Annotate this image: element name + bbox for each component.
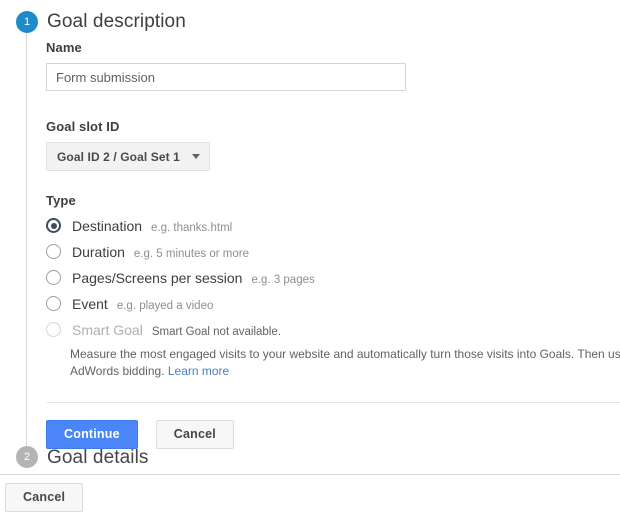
goal-description-form: Name Goal slot ID Goal ID 2 / Goal Set 1… — [46, 40, 620, 449]
radio-hint: e.g. 3 pages — [251, 274, 315, 286]
step-1-title: Goal description — [47, 11, 186, 32]
goal-name-input[interactable] — [46, 63, 406, 91]
radio-hint: e.g. 5 minutes or more — [133, 248, 249, 260]
radio-option-smart-goal: Smart Goal Smart Goal not available. — [46, 320, 620, 344]
bottom-action-bar: Cancel — [5, 483, 84, 512]
name-label: Name — [46, 40, 82, 55]
bottom-cancel-button[interactable]: Cancel — [5, 483, 84, 512]
radio-label: Duration — [72, 244, 125, 260]
goal-slot-id-select[interactable]: Goal ID 2 / Goal Set 1 — [46, 142, 210, 171]
step-2-badge: 2 — [16, 446, 38, 468]
step-2-title[interactable]: Goal details — [47, 447, 149, 469]
step-connector-line — [26, 28, 27, 456]
goal-slot-id-value: Goal ID 2 / Goal Set 1 — [57, 149, 180, 164]
step-1-badge: 1 — [16, 11, 38, 33]
type-label: Type — [46, 193, 76, 208]
radio-option-destination[interactable]: Destination e.g. thanks.html — [46, 216, 620, 240]
goal-setup-page: 1 Goal description Name Goal slot ID Goa… — [0, 0, 620, 514]
radio-hint: e.g. played a video — [116, 300, 214, 312]
section-divider — [46, 402, 620, 403]
chevron-down-icon — [191, 154, 200, 159]
smart-goal-description: Measure the most engaged visits to your … — [70, 346, 620, 380]
radio-icon — [46, 244, 61, 259]
radio-icon — [46, 270, 61, 285]
radio-icon — [46, 296, 61, 311]
goal-slot-id-label: Goal slot ID — [46, 119, 120, 134]
bottom-divider — [0, 474, 620, 475]
radio-label: Destination — [72, 218, 143, 234]
form-actions: Continue Cancel — [46, 420, 620, 449]
radio-option-event[interactable]: Event e.g. played a video — [46, 294, 620, 318]
cancel-button[interactable]: Cancel — [155, 420, 234, 449]
continue-button[interactable]: Continue — [46, 420, 138, 449]
radio-hint: Smart Goal not available. — [151, 326, 281, 338]
radio-label: Pages/Screens per session — [72, 270, 243, 286]
smart-goal-description-text: Measure the most engaged visits to your … — [70, 347, 620, 378]
radio-icon — [46, 218, 61, 233]
radio-hint: e.g. thanks.html — [151, 222, 233, 234]
radio-option-pages-screens-per-session[interactable]: Pages/Screens per session e.g. 3 pages — [46, 268, 620, 292]
learn-more-link[interactable]: Learn more — [168, 364, 229, 378]
radio-label: Smart Goal — [72, 322, 143, 338]
radio-icon — [46, 322, 61, 337]
radio-option-duration[interactable]: Duration e.g. 5 minutes or more — [46, 242, 620, 266]
radio-label: Event — [72, 296, 108, 312]
